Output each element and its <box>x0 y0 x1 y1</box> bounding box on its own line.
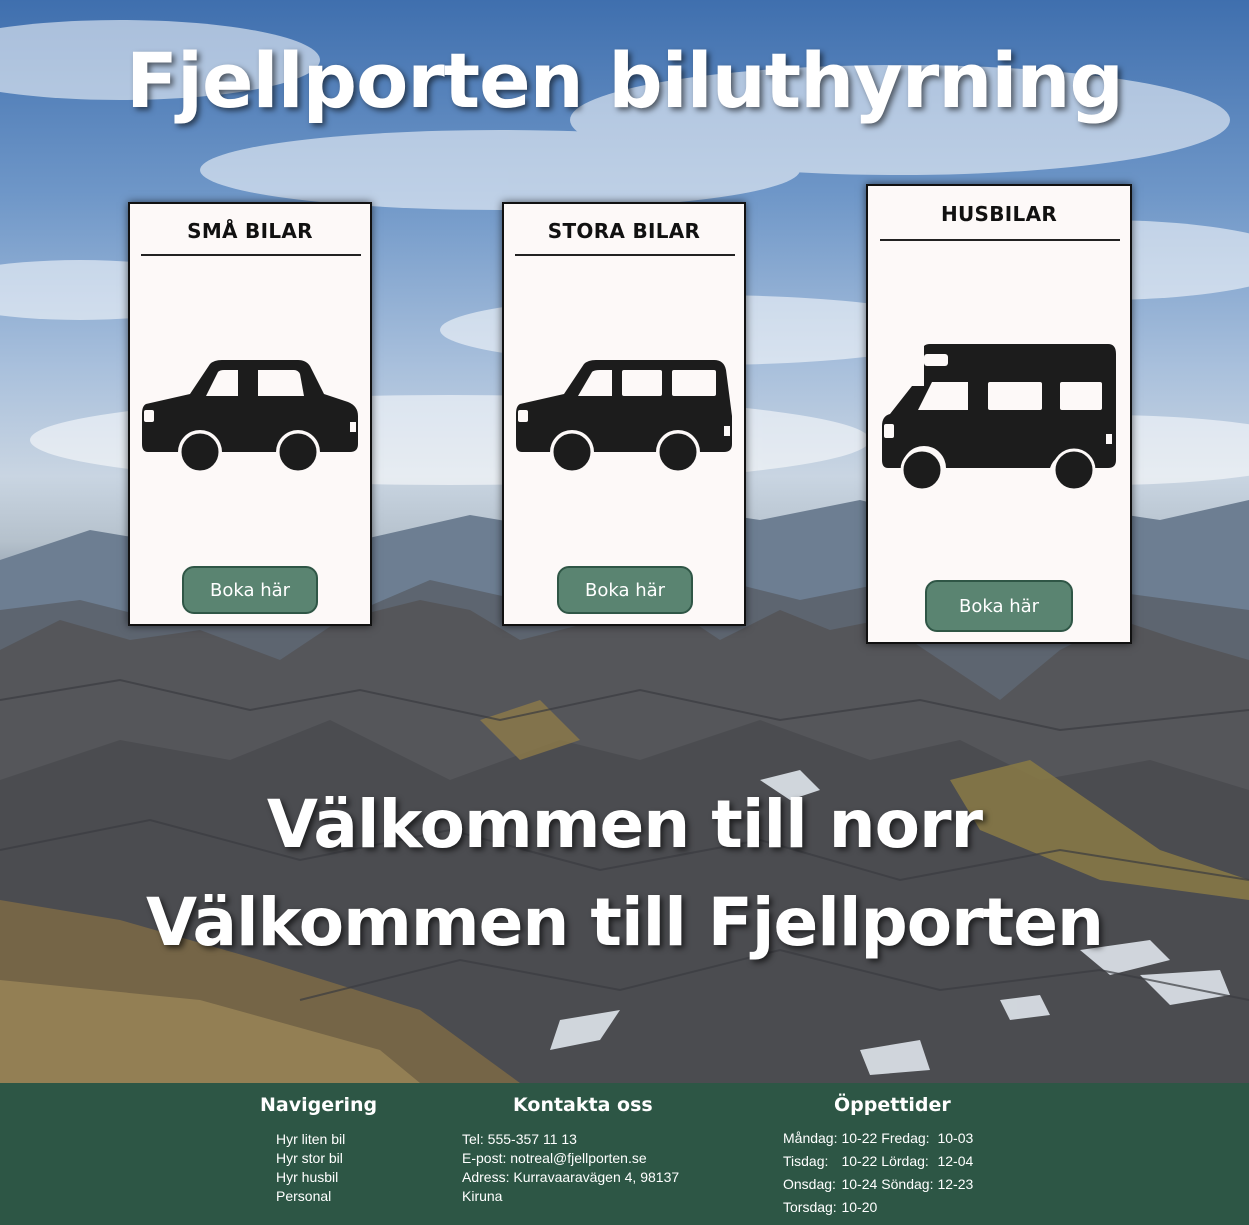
card-small-cars: SMÅ BILAR Boka här <box>128 202 372 626</box>
contact-city: Kiruna <box>462 1188 503 1204</box>
contact-phone: Tel: 555-357 11 13 <box>462 1131 577 1147</box>
site-title: Fjellporten biluthyrning <box>126 36 1124 125</box>
hours-row: Torsdag: 10-20 <box>783 1199 977 1222</box>
card-divider <box>880 239 1120 241</box>
book-large-car-button[interactable]: Boka här <box>557 566 693 614</box>
day-hours: 12-23 <box>937 1176 974 1192</box>
card-heading: STORA BILAR <box>547 219 701 243</box>
footer-contact-heading: Kontakta oss <box>513 1094 653 1116</box>
footer-contact-list: Tel: 555-357 11 13 E-post: notreal@fjell… <box>462 1130 679 1206</box>
footer-link-large-car[interactable]: Hyr stor bil <box>276 1150 343 1166</box>
day-label <box>881 1199 937 1222</box>
card-heading: SMÅ BILAR <box>187 219 313 243</box>
footer-nav-list: Hyr liten bil Hyr stor bil Hyr husbil Pe… <box>276 1130 345 1206</box>
card-motorhomes: HUSBILAR Boka här <box>866 184 1132 644</box>
day-hours: 10-03 <box>937 1130 974 1146</box>
day-hours: 10-22 <box>841 1153 878 1169</box>
footer-link-motorhome[interactable]: Hyr husbil <box>276 1169 338 1185</box>
day-label: Fredag: <box>881 1130 930 1146</box>
hours-row: Onsdag: 10-24 Söndag: 12-23 <box>783 1176 977 1199</box>
contact-email: E-post: notreal@fjellporten.se <box>462 1150 647 1166</box>
contact-address: Adress: Kurravaaravägen 4, 98137 <box>462 1169 680 1185</box>
day-label: Lördag: <box>881 1153 929 1169</box>
small-car-icon <box>142 360 358 474</box>
footer: Navigering Hyr liten bil Hyr stor bil Hy… <box>0 1083 1249 1225</box>
day-label: Måndag: <box>783 1130 838 1146</box>
footer-nav-heading: Navigering <box>260 1094 378 1116</box>
day-label: Onsdag: <box>783 1176 836 1192</box>
day-label: Söndag: <box>881 1176 934 1192</box>
card-divider <box>141 254 361 256</box>
day-hours: 10-20 <box>841 1199 878 1215</box>
day-label: Torsdag: <box>783 1199 837 1215</box>
hours-row: Måndag: 10-22 Fredag: 10-03 <box>783 1130 977 1153</box>
book-small-car-button[interactable]: Boka här <box>182 566 318 614</box>
footer-hours-heading: Öppettider <box>834 1094 951 1116</box>
motorhome-icon <box>882 344 1116 492</box>
day-label: Tisdag: <box>783 1153 829 1169</box>
card-large-cars: STORA BILAR Boka här <box>502 202 746 626</box>
book-motorhome-button[interactable]: Boka här <box>925 580 1073 632</box>
day-hours: 10-22 <box>841 1130 878 1146</box>
welcome-line-1: Välkommen till norr <box>266 786 983 863</box>
card-divider <box>515 254 735 256</box>
welcome-line-2: Välkommen till Fjellporten <box>146 884 1104 961</box>
footer-link-staff[interactable]: Personal <box>276 1188 331 1204</box>
large-car-icon <box>516 360 732 474</box>
hero-background: Fjellporten biluthyrning SMÅ BILAR Boka … <box>0 0 1249 1083</box>
day-hours: 12-04 <box>937 1153 974 1169</box>
hours-row: Tisdag: 10-22 Lördag: 12-04 <box>783 1153 977 1176</box>
footer-link-small-car[interactable]: Hyr liten bil <box>276 1131 345 1147</box>
day-hours <box>937 1199 977 1222</box>
opening-hours-table: Måndag: 10-22 Fredag: 10-03 Tisdag: 10-2… <box>783 1130 977 1222</box>
day-hours: 10-24 <box>841 1176 878 1192</box>
card-heading: HUSBILAR <box>940 202 1058 226</box>
